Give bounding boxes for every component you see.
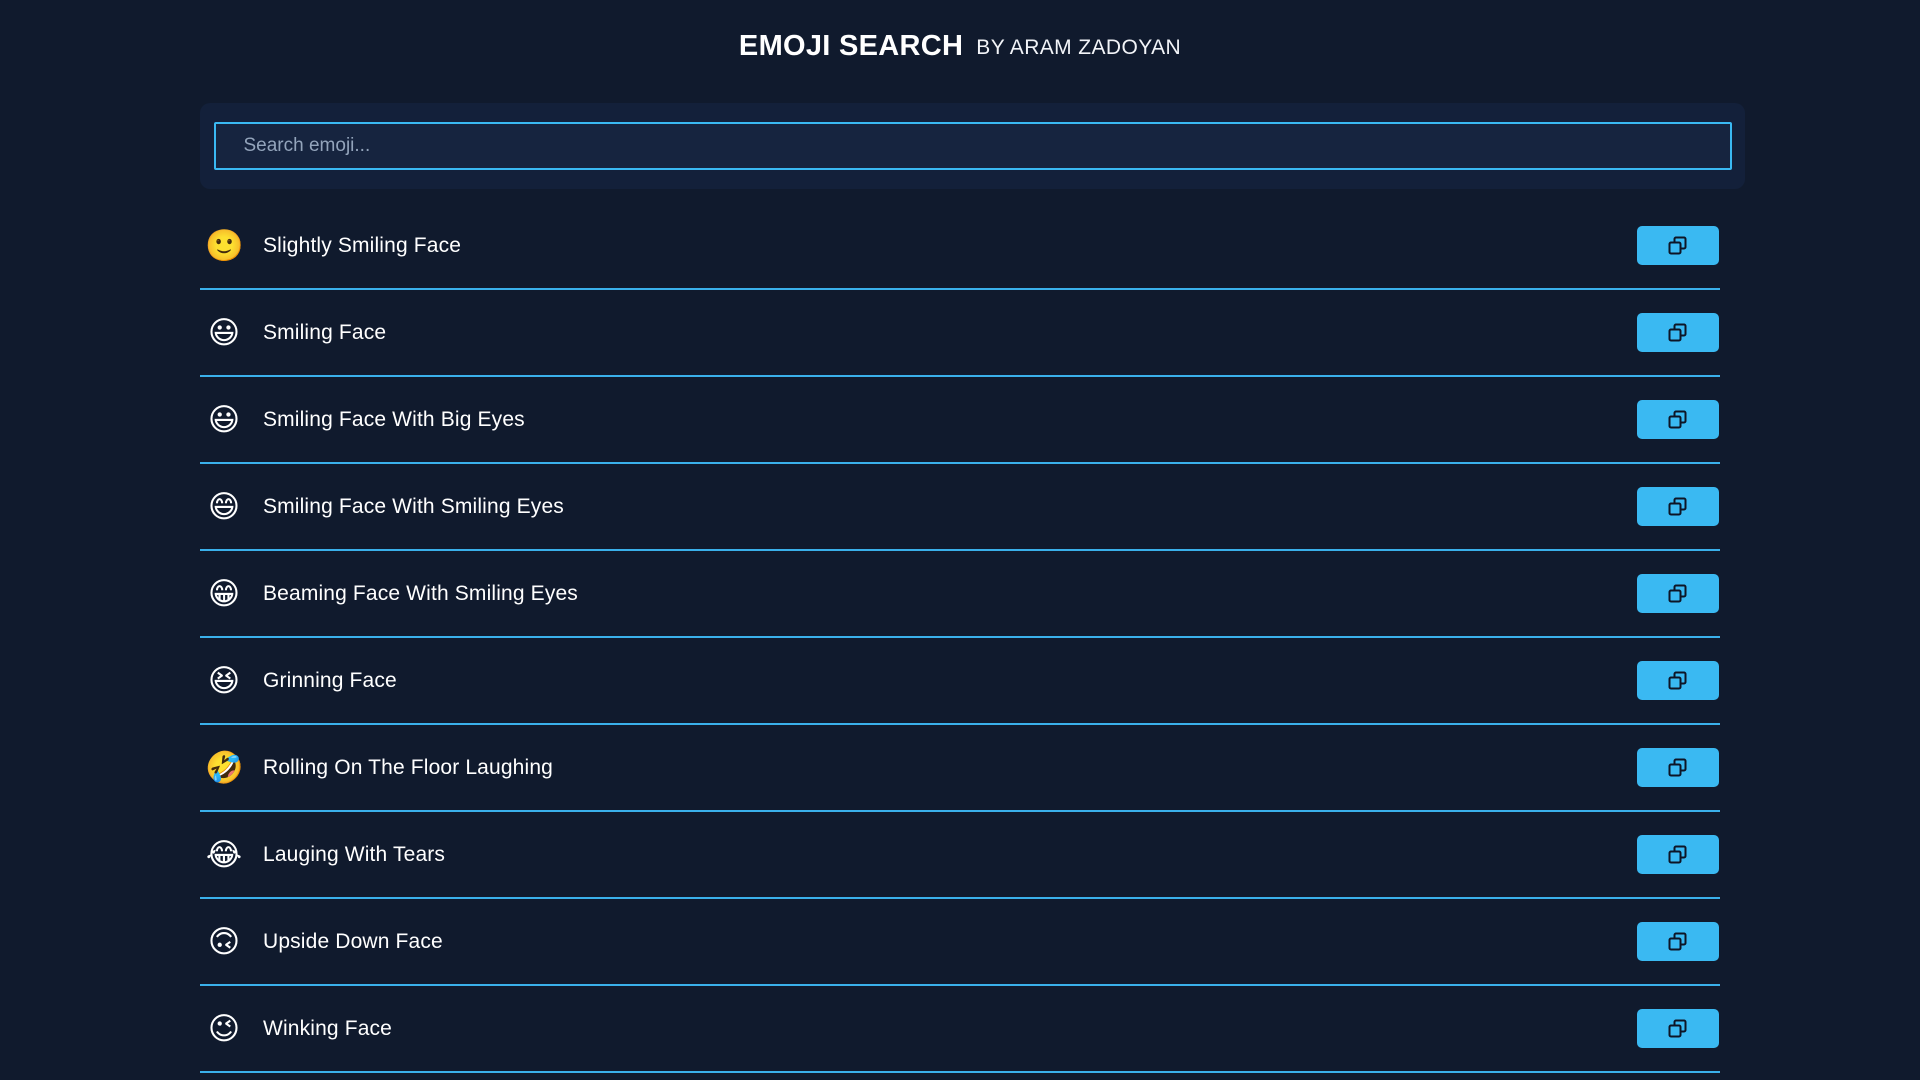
page-subtitle-author: BY ARAM ZADOYAN [976,35,1182,59]
copy-button[interactable] [1637,922,1719,961]
emoji-name-label: Smiling Face [263,320,387,344]
search-input[interactable] [213,122,1732,170]
copy-icon [1667,670,1689,692]
emoji-glyph: 😂 [205,836,243,873]
emoji-glyph: 😉 [207,1010,241,1047]
emoji-name-label: Grinning Face [263,668,397,692]
emoji-glyph: 😆 [207,662,241,699]
emoji-name-label: Winking Face [263,1016,393,1040]
emoji-row[interactable]: 😁 Beaming Face With Smiling Eyes [200,551,1720,638]
emoji-row[interactable]: 😉 Winking Face [200,986,1720,1073]
emoji-glyph: 🙃 [207,923,241,960]
copy-button[interactable] [1637,313,1719,352]
emoji-row[interactable]: 🙃 Upside Down Face [200,899,1720,986]
copy-button[interactable] [1637,835,1719,874]
page-title: EMOJI SEARCH [738,29,964,62]
emoji-row[interactable]: 😄 Smiling Face With Smiling Eyes [200,464,1720,551]
emoji-glyph: 😃 [207,314,241,351]
copy-icon [1667,322,1689,344]
emoji-name-label: Upside Down Face [263,929,443,953]
emoji-row[interactable]: 😃 Smiling Face [200,290,1720,377]
emoji-glyph: 🙂 [205,227,244,264]
copy-icon [1667,409,1689,431]
emoji-name-label: Beaming Face With Smiling Eyes [263,581,578,605]
search-card [200,103,1745,189]
copy-button[interactable] [1637,487,1719,526]
emoji-results-list: 🙂 Slightly Smiling Face 😃 Smiling Face 😃 Smil… [200,203,1720,1073]
copy-button[interactable] [1637,1009,1719,1048]
copy-button[interactable] [1637,400,1719,439]
emoji-glyph: 🤣 [205,749,244,786]
copy-button[interactable] [1637,574,1719,613]
copy-icon [1667,757,1689,779]
copy-icon [1667,844,1689,866]
emoji-name-label: Lauging With Tears [263,842,446,866]
emoji-row[interactable]: 😂 Lauging With Tears [200,812,1720,899]
emoji-row[interactable]: 😆 Grinning Face [200,638,1720,725]
copy-icon [1667,583,1689,605]
copy-button[interactable] [1637,661,1719,700]
copy-icon [1667,931,1689,953]
emoji-name-label: Rolling On The Floor Laughing [263,755,553,779]
page-header: EMOJI SEARCH BY ARAM ZADOYAN [0,0,1920,92]
emoji-glyph: 😄 [207,488,241,525]
copy-button[interactable] [1637,748,1719,787]
emoji-name-label: Slightly Smiling Face [263,233,462,257]
emoji-name-label: Smiling Face With Big Eyes [263,407,525,431]
copy-icon [1667,496,1689,518]
copy-button[interactable] [1637,226,1719,265]
copy-icon [1667,1018,1689,1040]
emoji-name-label: Smiling Face With Smiling Eyes [263,494,564,518]
copy-icon [1667,235,1689,257]
emoji-row[interactable]: 🤣 Rolling On The Floor Laughing [200,725,1720,812]
emoji-row[interactable]: 😃 Smiling Face With Big Eyes [200,377,1720,464]
emoji-glyph: 😃 [207,401,241,438]
emoji-row[interactable]: 🙂 Slightly Smiling Face [200,203,1720,290]
emoji-glyph: 😁 [207,575,241,612]
